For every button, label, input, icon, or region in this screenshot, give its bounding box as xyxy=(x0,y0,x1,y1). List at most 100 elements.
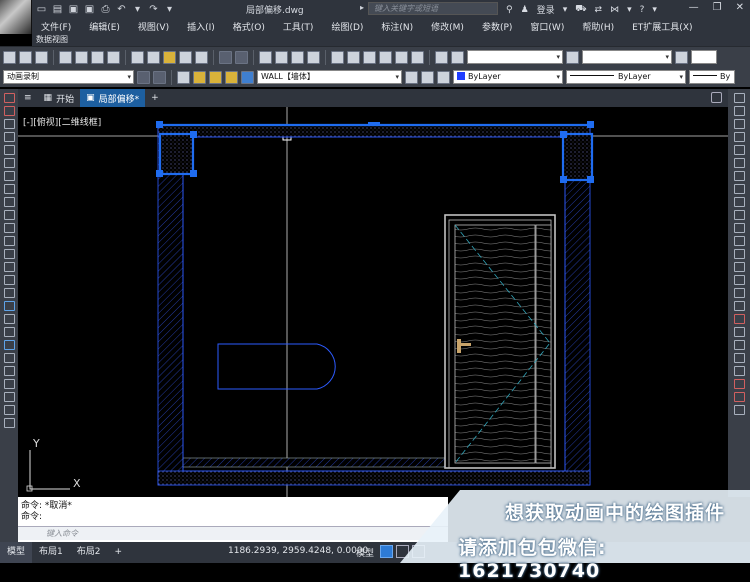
scale-object-icon[interactable] xyxy=(733,197,745,207)
gear-icon[interactable] xyxy=(137,70,150,84)
maximize-icon[interactable]: ❐ xyxy=(713,2,722,13)
grid-toggle-icon[interactable] xyxy=(380,545,393,558)
copy-icon[interactable] xyxy=(147,50,160,64)
mirror-icon[interactable] xyxy=(3,353,15,363)
pan-icon[interactable] xyxy=(259,50,272,64)
layer-previous-icon[interactable] xyxy=(421,70,434,84)
array-icon[interactable] xyxy=(3,379,15,389)
command-window-handle[interactable] xyxy=(0,497,18,542)
copy-icon[interactable] xyxy=(3,340,15,350)
array-object-icon[interactable] xyxy=(733,158,745,168)
new-icon[interactable] xyxy=(3,50,16,64)
snap-node-icon[interactable] xyxy=(733,353,745,363)
table-icon[interactable] xyxy=(3,301,15,311)
menu-draw[interactable]: 绘图(D) xyxy=(322,20,372,33)
help-icon[interactable]: ? xyxy=(640,5,645,15)
dim-style-icon[interactable] xyxy=(566,50,579,64)
extend-icon[interactable] xyxy=(733,236,745,246)
open-file-icon[interactable]: ▤ xyxy=(52,4,63,15)
tab-drawing[interactable]: ▣ 局部偏移* xyxy=(80,89,146,107)
text-style-combo[interactable]: ▾ xyxy=(467,50,563,64)
dim-style-combo[interactable]: ▾ xyxy=(582,50,672,64)
ellipse-icon[interactable] xyxy=(3,210,15,220)
menu-tools[interactable]: 工具(T) xyxy=(274,20,323,33)
chamfer-icon[interactable] xyxy=(733,275,745,285)
lineweight-combo[interactable]: By xyxy=(689,70,735,84)
zoom-realtime-icon[interactable] xyxy=(275,50,288,64)
linetype-combo[interactable]: ByLayer ▾ xyxy=(566,70,686,84)
chevron-down-icon[interactable]: ▾ xyxy=(652,5,657,15)
chevron-down-icon[interactable]: ▾ xyxy=(164,4,175,15)
markup-icon[interactable] xyxy=(395,50,408,64)
cart-icon[interactable]: ⛟ xyxy=(575,4,586,15)
add-tab-button[interactable]: + xyxy=(145,89,165,107)
move-icon[interactable] xyxy=(3,392,15,402)
coordinate-readout[interactable]: 1186.2939, 2959.4248, 0.0000 xyxy=(228,546,368,556)
workspace-combo[interactable]: 动画录制 ▾ xyxy=(3,70,134,84)
user-icon[interactable]: ♟ xyxy=(521,5,529,15)
gradient-icon[interactable] xyxy=(3,275,15,285)
snap-center-icon[interactable] xyxy=(733,340,745,350)
spline-icon[interactable] xyxy=(3,197,15,207)
stretch-icon[interactable] xyxy=(733,210,745,220)
layer-combo[interactable]: WALL【墙体】 ▾ xyxy=(257,70,402,84)
redo-icon[interactable]: ↷ xyxy=(148,4,159,15)
chevron-down-icon[interactable]: ▾ xyxy=(563,5,568,15)
undo-icon[interactable] xyxy=(219,50,232,64)
offset-object-icon[interactable] xyxy=(733,145,745,155)
zoom-previous-icon[interactable] xyxy=(307,50,320,64)
menu-insert[interactable]: 插入(I) xyxy=(178,20,224,33)
menu-edit[interactable]: 编辑(E) xyxy=(80,20,129,33)
cut-icon[interactable] xyxy=(131,50,144,64)
3d-print-icon[interactable] xyxy=(107,50,120,64)
menu-file[interactable]: 文件(F) xyxy=(32,20,80,33)
plot-preview-icon[interactable] xyxy=(75,50,88,64)
tab-start[interactable]: ▦ 开始 xyxy=(38,89,81,107)
break-icon[interactable] xyxy=(733,249,745,259)
redo-icon[interactable] xyxy=(235,50,248,64)
save-as-icon[interactable]: ▣ xyxy=(84,4,95,15)
color-combo[interactable]: ByLayer ▾ xyxy=(453,70,563,84)
tab-model[interactable]: 模型 xyxy=(0,542,33,563)
snap-midpoint-icon[interactable] xyxy=(733,327,745,337)
rotate-object-icon[interactable] xyxy=(733,184,745,194)
print-icon[interactable]: ⎙ xyxy=(100,4,111,15)
menu-view[interactable]: 视图(V) xyxy=(129,20,178,33)
new-file-icon[interactable]: ▭ xyxy=(36,4,47,15)
chevron-down-icon[interactable]: ▾ xyxy=(132,4,143,15)
menu-help[interactable]: 帮助(H) xyxy=(573,20,623,33)
properties-panel-icon[interactable] xyxy=(733,93,745,103)
save-icon[interactable]: ▣ xyxy=(68,4,79,15)
magnet-icon[interactable] xyxy=(733,392,745,402)
publish-icon[interactable] xyxy=(91,50,104,64)
share-icon[interactable]: ⋈ xyxy=(610,5,619,15)
menu-format[interactable]: 格式(O) xyxy=(224,20,274,33)
open-icon[interactable] xyxy=(19,50,32,64)
login-link[interactable]: 登录 xyxy=(537,3,555,16)
print-icon[interactable] xyxy=(59,50,72,64)
sheet-set-icon[interactable] xyxy=(379,50,392,64)
menu-data-view[interactable]: 数据视图 xyxy=(32,34,750,46)
workspace-extra-icon[interactable] xyxy=(153,70,166,84)
undo-icon[interactable]: ↶ xyxy=(116,4,127,15)
circle-icon[interactable] xyxy=(3,171,15,181)
zoom-window-icon[interactable] xyxy=(291,50,304,64)
search-input[interactable]: 键入关键字或短语 xyxy=(368,2,498,15)
join-icon[interactable] xyxy=(733,262,745,272)
rectangle-icon[interactable] xyxy=(3,145,15,155)
drawing-viewport[interactable]: [-][俯视][二维线框] Y X xyxy=(18,107,728,497)
rotate-icon[interactable] xyxy=(3,405,15,415)
construction-line-icon[interactable] xyxy=(3,106,15,116)
block-editor-icon[interactable] xyxy=(195,50,208,64)
exchange-icon[interactable]: ⇄ xyxy=(595,5,603,15)
lightbulb-icon[interactable] xyxy=(193,70,206,84)
offset-icon[interactable] xyxy=(3,366,15,376)
snap-quadrant-icon[interactable] xyxy=(733,366,745,376)
help-icon[interactable] xyxy=(435,50,448,64)
revision-cloud-icon[interactable] xyxy=(3,184,15,194)
tab-layout1[interactable]: 布局1 xyxy=(32,542,70,563)
magnet-icon[interactable] xyxy=(733,379,745,389)
add-selected-icon[interactable] xyxy=(3,327,15,337)
region-icon[interactable] xyxy=(3,288,15,298)
calculator-icon[interactable] xyxy=(411,50,424,64)
